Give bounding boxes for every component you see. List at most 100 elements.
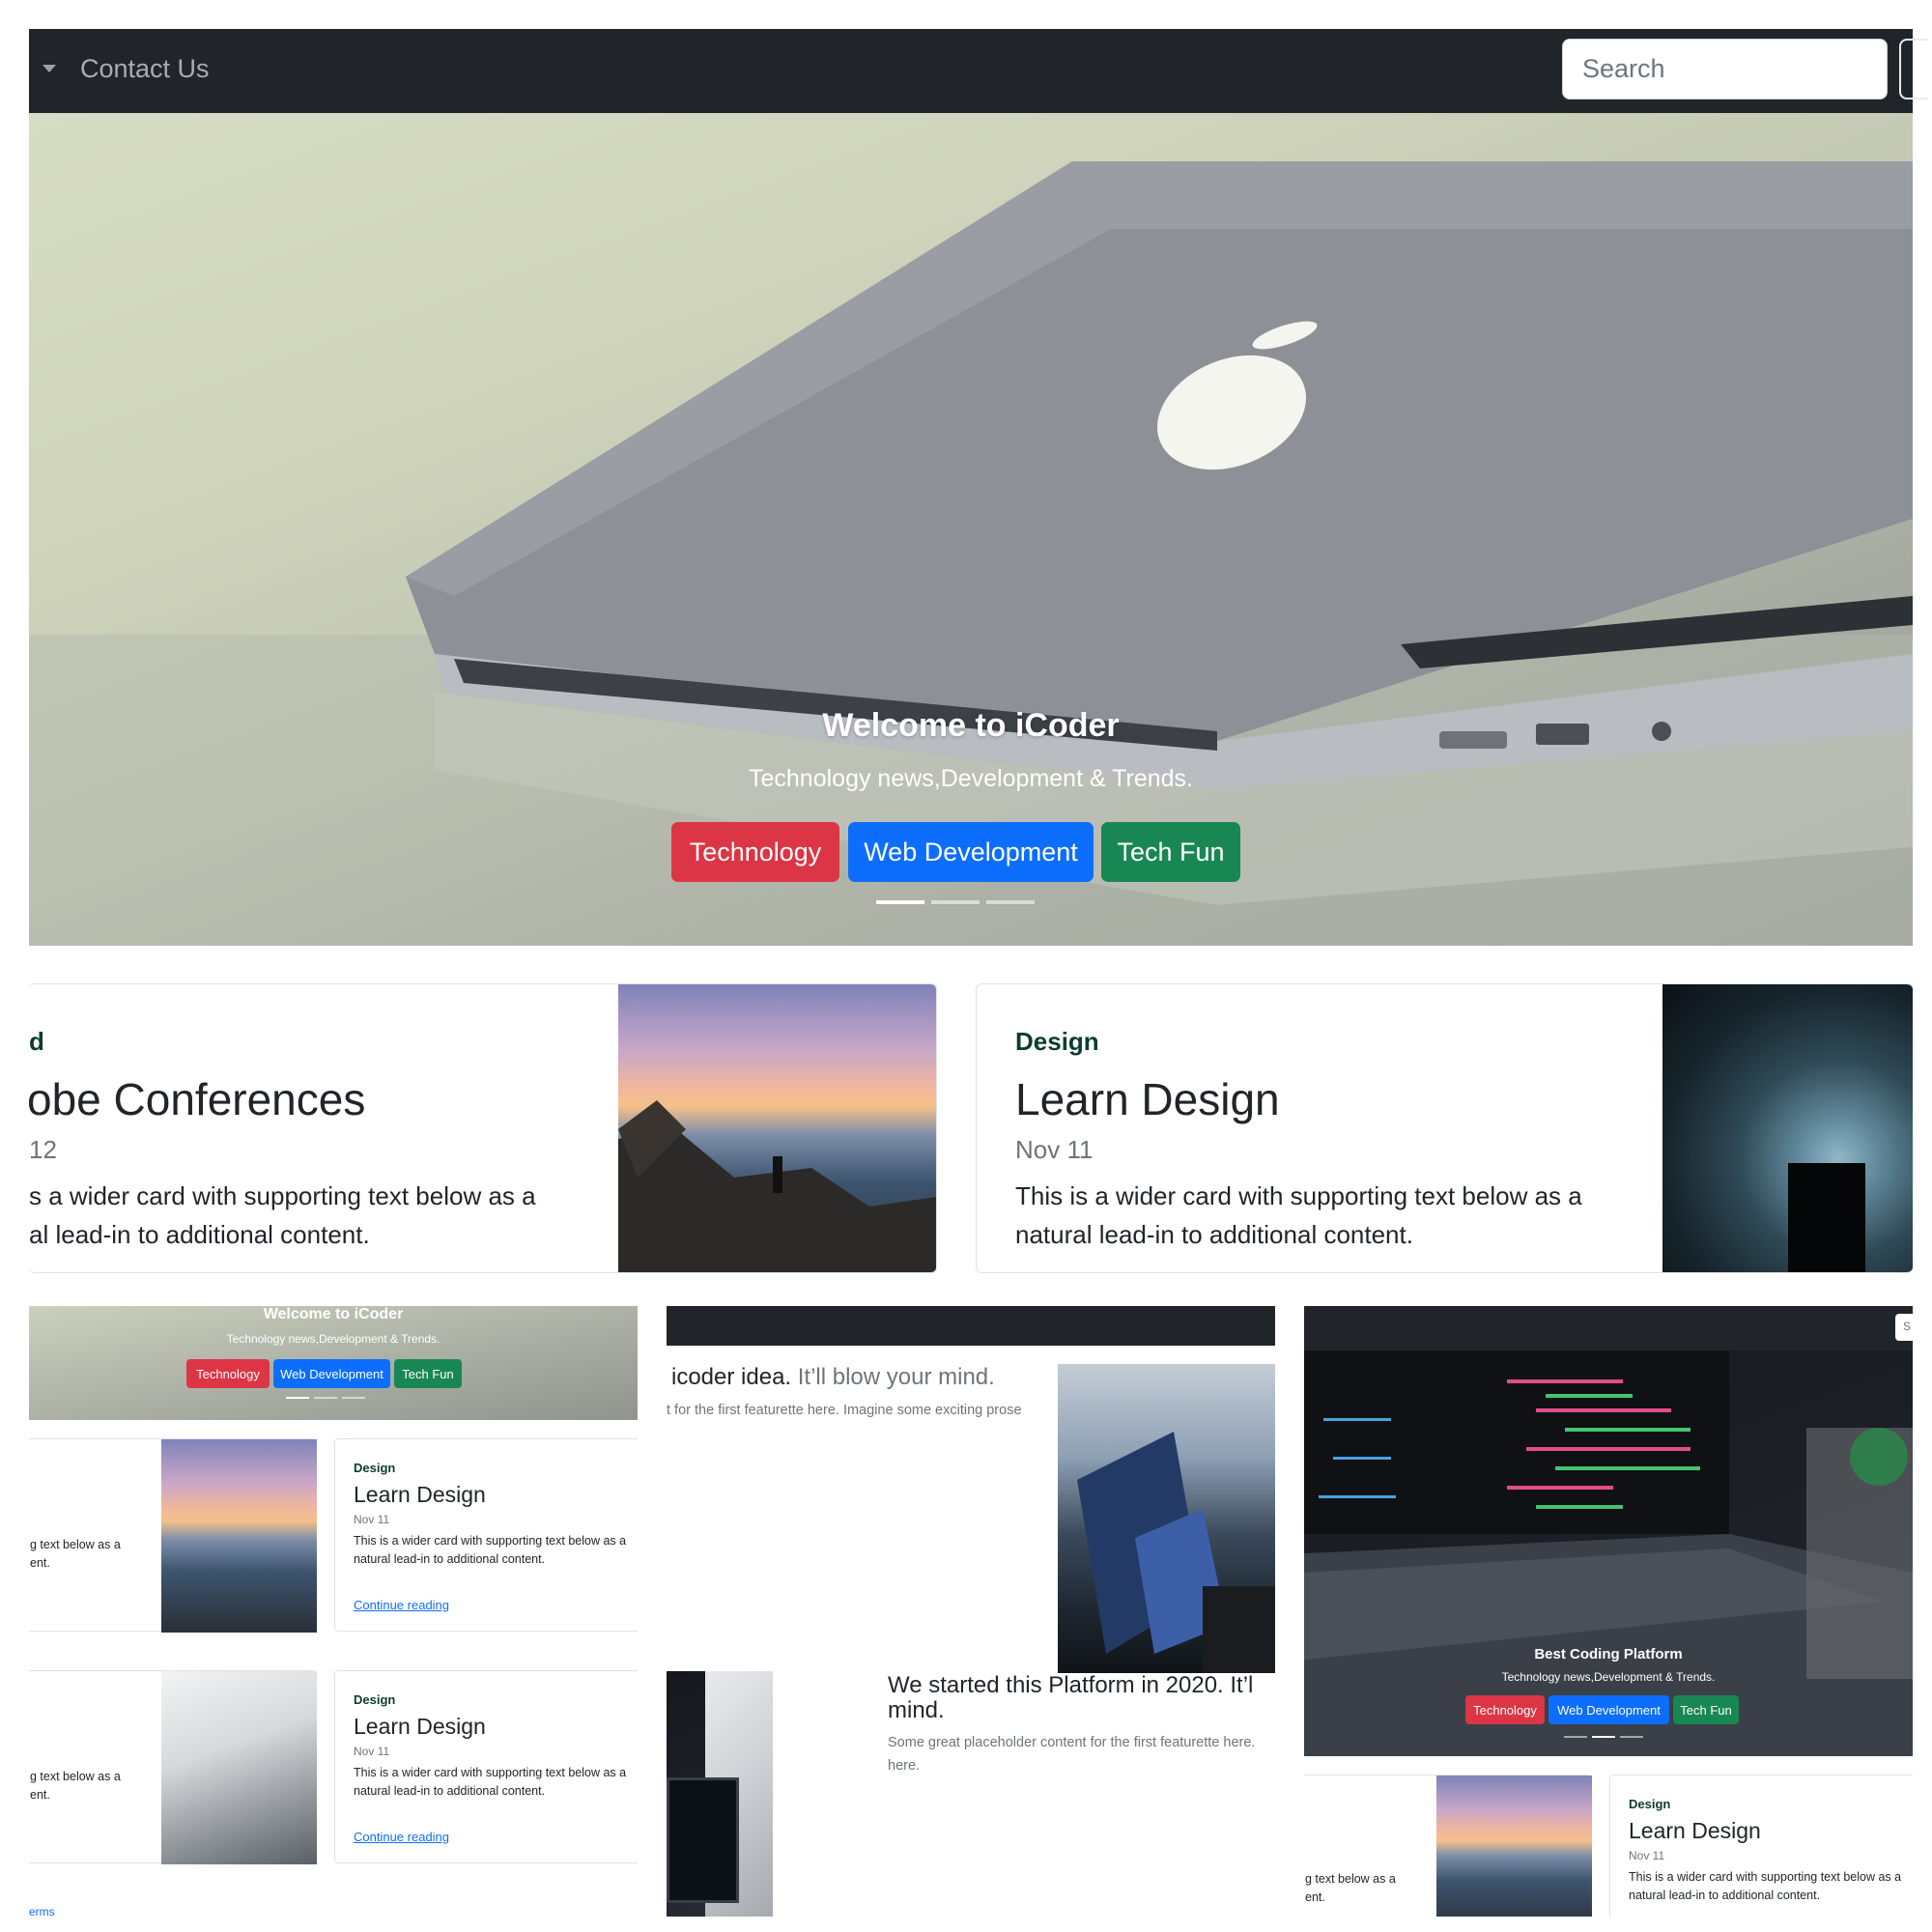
technology-button[interactable]: Technology [186,1359,270,1388]
screenshot-panel-left: Welcome to iCoder Technology news,Develo… [29,1306,638,1917]
featurette-text: t for the first featurette here. Imagine… [667,1403,1022,1418]
tech-fun-button[interactable]: Tech Fun [1101,822,1240,882]
ocean-thumbnail [161,1439,317,1633]
card-date: Nov 11 [1629,1849,1665,1862]
continue-reading-link[interactable]: Continue reading [354,1830,449,1844]
mini-hero-subtitle: Technology news,Development & Trends. [226,1332,440,1346]
office-image [1058,1364,1275,1673]
card-category: Design [1629,1797,1671,1811]
featurette-heading: icoder idea. It’ll blow your mind. [671,1364,995,1391]
nav-link-contact[interactable]: Contact Us [80,54,210,84]
featurette-heading-muted: It’ll blow your mind. [797,1364,995,1390]
hero-subtitle: Technology news,Development & Trends. [749,765,1193,792]
card-title: obe Conferences [29,1074,366,1124]
technology-button[interactable]: Technology [671,822,839,882]
search-input[interactable] [1562,39,1888,99]
dark-thumbnail [1662,984,1913,1272]
card-title: Learn Design [354,1714,486,1739]
featurette-heading-2-line2: mind. [888,1697,945,1723]
carousel-indicator-2[interactable] [314,1397,337,1399]
carousel-indicator-2[interactable] [931,900,980,904]
hero-title: Welcome to iCoder [822,707,1120,744]
design-card: Design Learn Design Nov 11 This is a wid… [976,983,1913,1273]
card-text-line1: This is a wider card with supporting tex… [354,1534,627,1548]
card-title: Learn Design [1629,1818,1761,1843]
carousel-indicator-3[interactable] [342,1397,365,1399]
screenshot-panel-middle: icoder idea. It’ll blow your mind. t for… [667,1306,1275,1917]
web-development-button[interactable]: Web Development [273,1359,390,1388]
card-category: Design [354,1692,396,1707]
card-text-line1: This is a wider card with supporting tex… [354,1766,627,1779]
terms-link[interactable]: erms [29,1905,55,1917]
design-card: Design Learn Design Nov 11 This is a wid… [334,1670,638,1863]
sign-image [1788,1163,1865,1272]
monitor-image [667,1777,739,1903]
screenshot-panel-right: S Best Coding Platform Technology news,D… [1304,1306,1913,1917]
card-text-line1: This is a wider card with supporting tex… [1629,1870,1902,1884]
carousel-indicator-1[interactable] [876,900,924,904]
card-date: Nov 11 [354,1745,390,1758]
featurette-heading-2: We started this Platform in 2020. It’l m… [888,1673,1253,1723]
hero-carousel: Welcome to iCoder Technology news,Develo… [29,113,1913,946]
design-card: Design Learn Design Nov 11 This is a wid… [334,1438,638,1632]
card-date: Nov 11 [1015,1135,1094,1164]
card-text-line1: g text below as a [30,1770,121,1783]
card-date: 12 [29,1135,57,1164]
card-text-line2: natural lead-in to additional content. [1629,1889,1821,1902]
card-category: d [29,1027,44,1056]
featurette-heading-2-line1: We started this Platform in 2020. It’l [888,1672,1254,1698]
technology-button[interactable]: Technology [1465,1695,1545,1724]
mini-hero-title: Welcome to iCoder [263,1306,404,1322]
card-text-line2: ent. [1305,1890,1325,1904]
mini-hero-title: Best Coding Platform [1534,1646,1683,1662]
card-text-line2: al lead-in to additional content. [29,1220,370,1249]
navbar: S [1304,1306,1913,1350]
ocean-thumbnail [618,984,936,1272]
carousel-indicator-3[interactable] [1620,1736,1643,1738]
card-text-line1: g text below as a [30,1538,121,1551]
tech-fun-button[interactable]: Tech Fun [1673,1695,1739,1724]
card-title: Learn Design [1015,1074,1280,1124]
mini-hero-subtitle: Technology news,Development & Trends. [1501,1670,1716,1684]
card-text-line2: ent. [30,1788,50,1802]
mini-hero: Welcome to iCoder Technology news,Develo… [29,1306,638,1420]
card-date: Nov 11 [354,1513,390,1526]
card-text-line2: natural lead-in to additional content. [1015,1220,1413,1249]
card-text-line1: s a wider card with supporting text belo… [29,1181,536,1210]
partial-card: g text below as a ent. [1304,1775,1592,1917]
card-text-line1: This is a wider card with supporting tex… [1015,1181,1582,1210]
featurette-heading-strong: icoder idea. [671,1364,792,1390]
featurette-text-2-line1: Some great placeholder content for the f… [888,1735,1256,1750]
featurette-text-2-line2: here. [888,1758,921,1774]
carousel-indicator-2[interactable] [1592,1736,1615,1738]
continue-reading-link[interactable]: Continue reading [354,1598,449,1612]
ocean-thumbnail [1436,1776,1592,1917]
card-text-line1: g text below as a [1305,1872,1396,1886]
card-text-line2: natural lead-in to additional content. [354,1552,546,1566]
dropdown-caret-icon[interactable] [43,65,56,72]
carousel-indicator-1[interactable] [1564,1736,1587,1738]
rock-silhouette-icon [618,1100,936,1272]
laptop-screen-image [1077,1432,1275,1673]
card-text-line2: ent. [30,1556,50,1570]
carousel-indicator-3[interactable] [986,900,1035,904]
navbar: Contact Us [29,29,1928,113]
tech-fun-button[interactable]: Tech Fun [394,1359,462,1388]
web-development-button[interactable]: Web Development [848,822,1094,882]
search-input[interactable]: S [1895,1314,1913,1341]
card-category: Design [354,1461,396,1475]
card-title: Learn Design [354,1482,486,1507]
card-text-line2: natural lead-in to additional content. [354,1784,546,1798]
featurette-text-2: Some great placeholder content for the f… [888,1731,1255,1777]
web-development-button[interactable]: Web Development [1548,1695,1669,1724]
laptop-image [29,161,1913,946]
navbar [667,1306,1275,1346]
featured-card: d obe Conferences 12 s a wider card with… [29,983,937,1273]
carousel-indicator-1[interactable] [286,1397,309,1399]
code-hero: Best Coding Platform Technology news,Dev… [1304,1350,1913,1756]
partial-card: g text below as a ent. [29,1438,317,1633]
phone-thumbnail [161,1671,317,1864]
search-button[interactable] [1899,39,1928,99]
design-card: Design Learn Design Nov 11 This is a wid… [1609,1775,1913,1917]
card-category: Design [1015,1027,1099,1056]
